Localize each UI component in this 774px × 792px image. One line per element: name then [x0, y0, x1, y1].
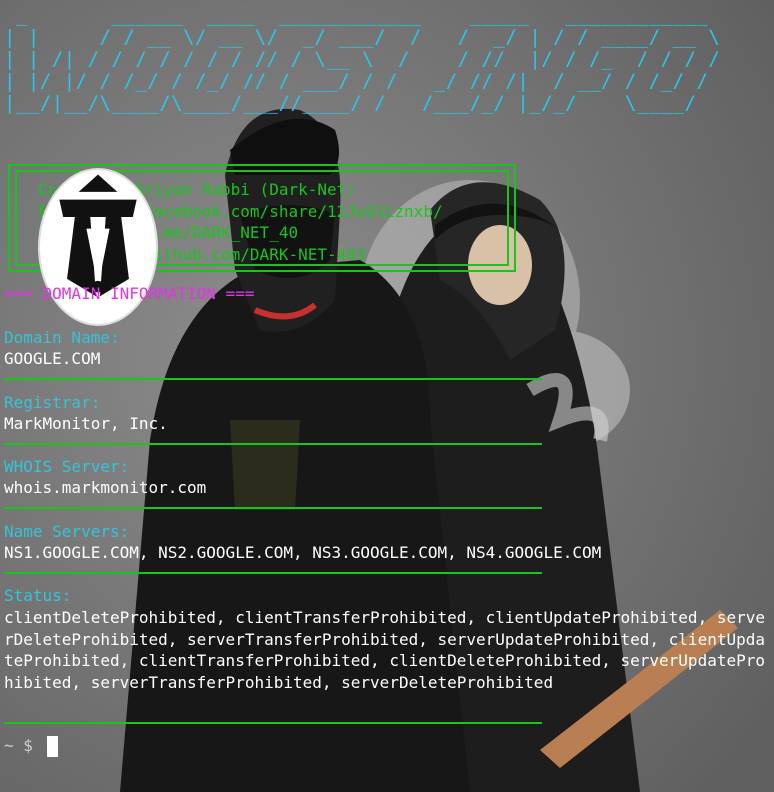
- name-servers-label: Name Servers:: [4, 522, 130, 541]
- section-header: === DOMAIN INFORMATION ===: [4, 284, 255, 303]
- terminal-window[interactable]: _ ______ ____ ____________ _____ _______…: [0, 0, 774, 792]
- registrar-value: MarkMonitor, Inc.: [4, 414, 168, 433]
- shell-prompt: ~ $: [4, 736, 33, 755]
- separator-line: [4, 572, 542, 574]
- whois-server-label: WHOIS Server:: [4, 457, 130, 476]
- separator-line: [4, 378, 542, 380]
- domain-name-value: GOOGLE.COM: [4, 349, 101, 368]
- registrar-label: Registrar:: [4, 393, 101, 412]
- whois-server-value: whois.markmonitor.com: [4, 478, 207, 497]
- banner-line: | | / / __ \/ __ \/ _/ ___/ / / _/ | / /…: [4, 26, 721, 48]
- name-servers-value: NS1.GOOGLE.COM, NS2.GOOGLE.COM, NS3.GOOG…: [4, 543, 602, 562]
- status-label: Status:: [4, 586, 72, 605]
- separator-line: [4, 722, 542, 724]
- banner-line: _ ______ ____ ____________ _____ _______…: [4, 4, 709, 26]
- domain-name-label: Domain Name:: [4, 328, 120, 347]
- status-value: clientDeleteProhibited, clientTransferPr…: [4, 608, 765, 692]
- banner-line: | | /| / / / / / / / // / \__ \ / / // |…: [4, 48, 721, 70]
- terminal-cursor[interactable]: [47, 736, 58, 757]
- separator-line: [4, 443, 542, 445]
- ascii-banner: _ ______ ____ ____________ _____ _______…: [4, 4, 720, 114]
- banner-line: |__/|__/\____/\____/___//____/ / /___/_/…: [4, 92, 697, 114]
- banner-line: | |/ |/ / /_/ / /_/ // / ___/ / / _/ // …: [4, 70, 709, 92]
- separator-line: [4, 507, 542, 509]
